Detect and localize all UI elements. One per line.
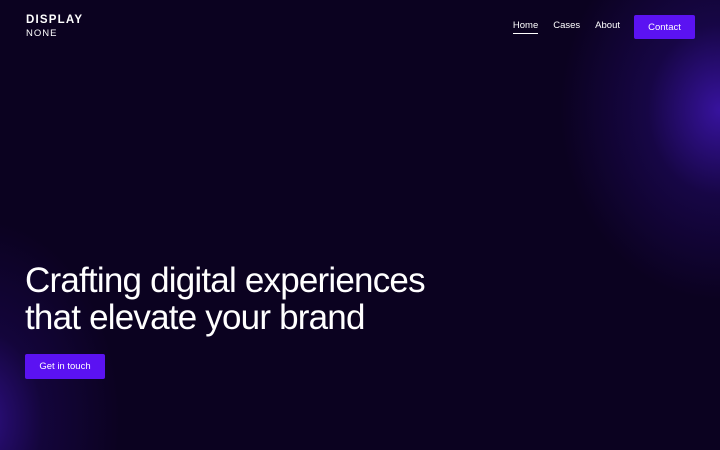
page: DISPLAY NONE Home Cases About Contact Cr…: [0, 0, 720, 450]
site-header: DISPLAY NONE Home Cases About Contact: [0, 0, 720, 54]
logo-text-none: NONE: [26, 27, 58, 39]
nav-link-cases[interactable]: Cases: [553, 20, 580, 34]
hero-title-line-2: that elevate your brand: [25, 298, 365, 337]
main-nav: Home Cases About: [512, 20, 620, 34]
contact-button[interactable]: Contact: [634, 15, 695, 39]
logo-text-display: DISPLAY: [26, 14, 84, 26]
nav-link-home[interactable]: Home: [512, 20, 539, 34]
nav-link-about[interactable]: About: [595, 20, 620, 34]
hero-title: Crafting digital experiences that elevat…: [25, 262, 505, 336]
get-in-touch-button[interactable]: Get in touch: [25, 354, 105, 379]
logo[interactable]: DISPLAY NONE: [26, 14, 84, 39]
hero-title-line-1: Crafting digital experiences: [25, 261, 426, 300]
